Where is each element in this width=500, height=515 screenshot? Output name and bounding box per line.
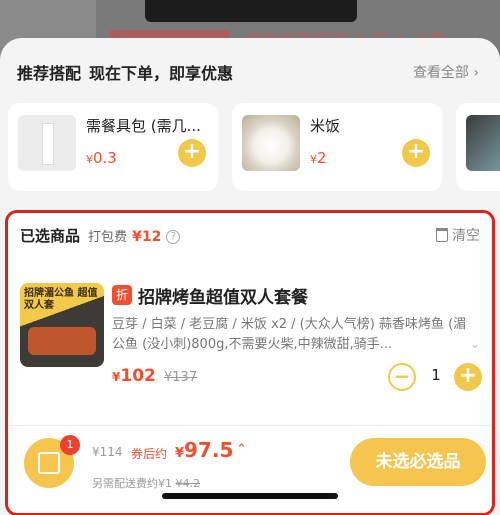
chevron-up-icon[interactable]: ⌃: [236, 442, 247, 457]
clear-button[interactable]: 清空: [436, 225, 480, 245]
home-indicator[interactable]: [162, 493, 338, 499]
item-price: ¥102: [112, 366, 156, 386]
delivery-fee-note: 另需配送费约¥1 ¥4.2: [92, 477, 201, 490]
recommend-item-price: ¥2: [310, 149, 327, 167]
recommend-header: 推荐搭配 现在下单，即享优惠 查看全部 ›: [17, 60, 483, 84]
original-total: ¥114: [92, 445, 123, 459]
pack-fee-value: ¥12: [132, 229, 162, 245]
fish-pan-icon: [28, 327, 96, 355]
dish-icon: [466, 115, 500, 171]
total-price: ¥97.5: [175, 438, 234, 462]
add-utensil-button[interactable]: +: [178, 139, 206, 167]
item-description: 豆芽 / 白菜 / 老豆腐 / 米饭 x2 / (大众人气榜) 蒜香味烤鱼 (湄…: [112, 317, 467, 352]
selected-header: 已选商品 打包费 ¥12 ? 清空: [20, 225, 480, 249]
trash-icon: [436, 228, 448, 242]
recommend-title: 推荐搭配: [17, 64, 82, 83]
recommend-item-rice[interactable]: 米饭 ¥2 +: [232, 103, 442, 191]
recommend-item-price: ¥0.3: [86, 149, 117, 167]
background-banner: [145, 0, 357, 22]
cart-sheet: 推荐搭配 现在下单，即享优惠 查看全部 › 需餐具包 (需几... ¥0.3 + …: [0, 38, 500, 515]
chevron-right-icon: ›: [473, 65, 479, 81]
recommend-item-partial[interactable]: [456, 103, 500, 191]
item-quantity: 1: [431, 366, 441, 384]
item-name: 招牌烤鱼超值双人套餐: [138, 288, 308, 308]
utensil-pack-icon: [18, 115, 76, 171]
rice-icon: [242, 115, 300, 171]
item-image-label: 招牌湄公鱼 超值双人套: [24, 288, 98, 311]
help-icon[interactable]: ?: [166, 229, 181, 244]
selected-items-panel: 已选商品 打包费 ¥12 ? 清空 招牌湄公鱼 超值双人套 折 招牌烤鱼超值双人套…: [5, 210, 495, 515]
recommend-item-name: 需餐具包 (需几...: [86, 117, 201, 135]
after-coupon-label: 券后约: [131, 447, 168, 461]
divider: [8, 425, 492, 426]
recommend-item-name: 米饭: [310, 117, 341, 135]
checkout-button[interactable]: 未选必选品: [350, 438, 486, 486]
increase-quantity-button[interactable]: +: [454, 363, 482, 391]
recommend-list: 需餐具包 (需几... ¥0.3 + 米饭 ¥2 +: [8, 103, 500, 193]
view-all-link[interactable]: 查看全部 ›: [413, 62, 479, 82]
decrease-quantity-button[interactable]: −: [388, 363, 416, 391]
item-original-price: ¥137: [164, 370, 198, 385]
pack-fee-label: 打包费: [88, 230, 128, 245]
selected-title: 已选商品: [20, 227, 81, 245]
chevron-down-icon[interactable]: ⌄: [470, 337, 480, 351]
add-rice-button[interactable]: +: [402, 139, 430, 167]
discount-badge: 折: [112, 285, 132, 305]
delivery-original-fee: ¥4.2: [175, 477, 201, 490]
cart-count-badge: 1: [60, 435, 80, 455]
item-image: 招牌湄公鱼 超值双人套: [20, 283, 104, 367]
recommend-subtitle: 现在下单，即享优惠: [89, 64, 234, 83]
shopping-bag-icon: [38, 452, 60, 474]
recommend-item-utensil[interactable]: 需餐具包 (需几... ¥0.3 +: [8, 103, 218, 191]
